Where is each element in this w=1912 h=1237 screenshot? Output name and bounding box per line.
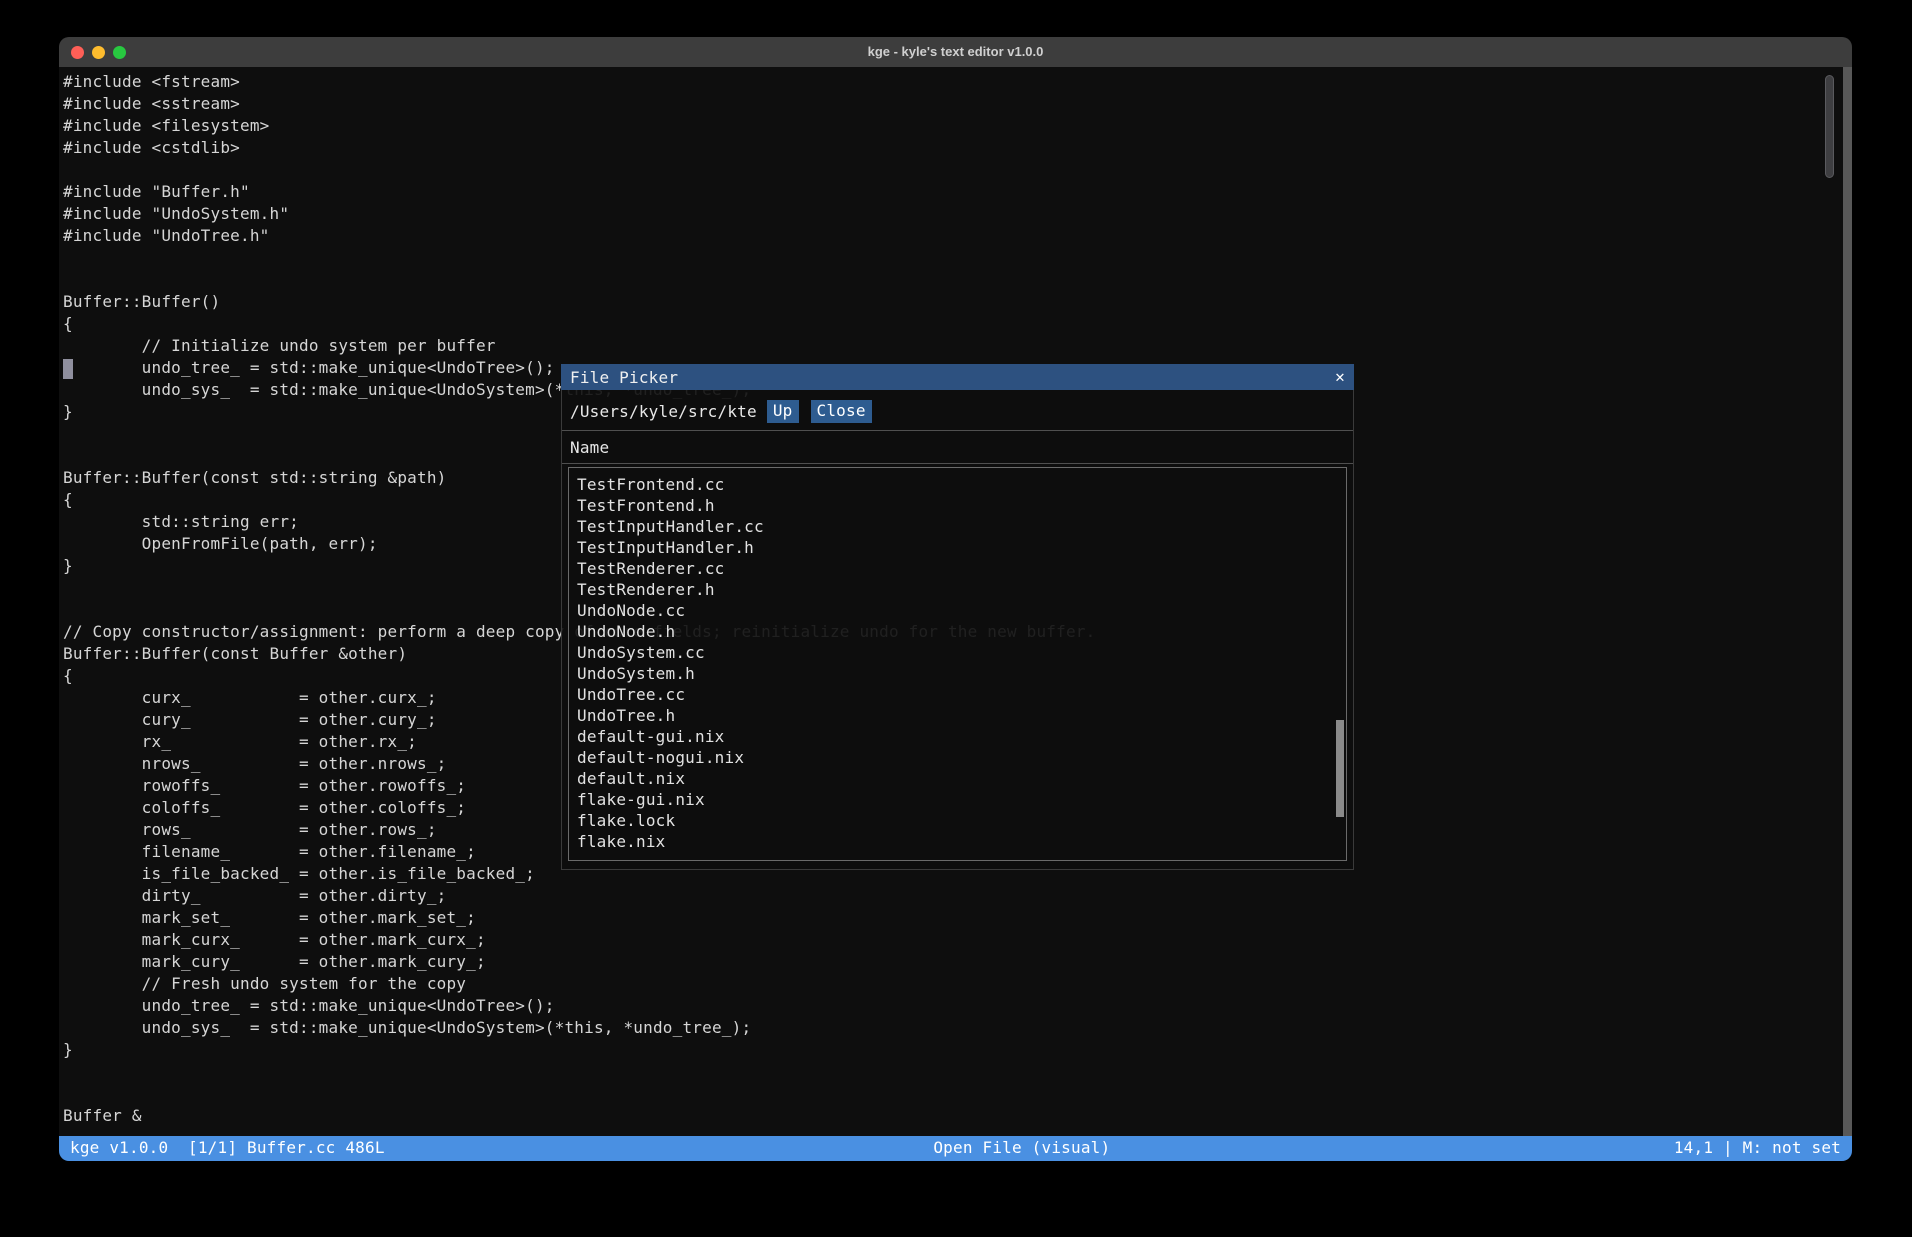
file-list-item[interactable]: TestInputHandler.cc <box>577 517 1346 538</box>
status-bar: kge v1.0.0 [1/1] Buffer.cc 486L Open Fil… <box>59 1136 1852 1161</box>
file-list-item[interactable]: default-gui.nix <box>577 727 1346 748</box>
code-line[interactable]: undo_tree_ = std::make_unique<UndoTree>(… <box>63 996 1852 1018</box>
close-icon[interactable]: ✕ <box>1335 369 1345 385</box>
close-window-button[interactable] <box>71 46 84 59</box>
file-list[interactable]: TestFrontend.ccTestFrontend.hTestInputHa… <box>568 467 1347 861</box>
path-row: /Users/kyle/src/kte Up Close <box>570 400 1345 423</box>
editor-scrollbar-thumb[interactable] <box>1825 75 1834 178</box>
code-line[interactable]: #include "UndoTree.h" <box>63 226 1852 248</box>
code-line[interactable]: mark_set_ = other.mark_set_; <box>63 908 1852 930</box>
text-cursor <box>63 359 73 379</box>
file-picker-title: File Picker <box>570 368 678 387</box>
file-list-item[interactable]: flake-gui.nix <box>577 790 1346 811</box>
file-list-item[interactable]: UndoNode.cc <box>577 601 1346 622</box>
code-line[interactable]: mark_cury_ = other.mark_cury_; <box>63 952 1852 974</box>
code-line[interactable] <box>63 160 1852 182</box>
separator <box>562 463 1353 464</box>
zoom-window-button[interactable] <box>113 46 126 59</box>
code-line[interactable]: dirty_ = other.dirty_; <box>63 886 1852 908</box>
file-list-item[interactable]: flake.nix <box>577 832 1346 853</box>
file-picker-body: /Users/kyle/src/kte Up Close Name TestFr… <box>561 390 1354 870</box>
status-mode: Open File (visual) <box>933 1138 1110 1157</box>
up-button[interactable]: Up <box>767 400 799 423</box>
window-titlebar: kge - kyle's text editor v1.0.0 <box>59 37 1852 67</box>
status-cursor-position: 14,1 | M: not set <box>1674 1138 1841 1157</box>
code-line[interactable] <box>63 1084 1852 1106</box>
code-line[interactable]: #include <sstream> <box>63 94 1852 116</box>
code-line[interactable]: #include <filesystem> <box>63 116 1852 138</box>
code-line[interactable]: #include "Buffer.h" <box>63 182 1852 204</box>
file-picker-titlebar[interactable]: File Picker ✕ <box>561 364 1354 390</box>
code-line[interactable]: } <box>63 1040 1852 1062</box>
file-list-item[interactable]: TestRenderer.h <box>577 580 1346 601</box>
window-scrollbar-track[interactable] <box>1843 67 1852 1136</box>
file-list-item[interactable]: UndoTree.cc <box>577 685 1346 706</box>
file-list-item[interactable]: UndoNode.h <box>577 622 1346 643</box>
file-list-item[interactable]: flake.lock <box>577 811 1346 832</box>
traffic-lights <box>71 46 126 59</box>
status-file-info: kge v1.0.0 [1/1] Buffer.cc 486L <box>70 1138 385 1157</box>
separator <box>562 430 1353 431</box>
close-button[interactable]: Close <box>811 400 872 423</box>
code-line[interactable]: #include <fstream> <box>63 72 1852 94</box>
code-line[interactable]: #include <cstdlib> <box>63 138 1852 160</box>
file-list-item[interactable]: TestFrontend.cc <box>577 475 1346 496</box>
code-line[interactable]: Buffer::Buffer() <box>63 292 1852 314</box>
code-line[interactable] <box>63 1062 1852 1084</box>
file-list-item[interactable]: UndoTree.h <box>577 706 1346 727</box>
code-line[interactable]: #include "UndoSystem.h" <box>63 204 1852 226</box>
editor-window: kge - kyle's text editor v1.0.0 #include… <box>59 37 1852 1161</box>
current-path: /Users/kyle/src/kte <box>570 402 757 421</box>
code-line[interactable] <box>63 248 1852 270</box>
code-line[interactable]: { <box>63 314 1852 336</box>
file-list-item[interactable]: default.nix <box>577 769 1346 790</box>
file-list-item[interactable]: TestFrontend.h <box>577 496 1346 517</box>
file-list-item[interactable]: UndoSystem.cc <box>577 643 1346 664</box>
file-list-item[interactable]: TestRenderer.cc <box>577 559 1346 580</box>
code-line[interactable]: Buffer & <box>63 1106 1852 1128</box>
code-line[interactable]: // Fresh undo system for the copy <box>63 974 1852 996</box>
minimize-window-button[interactable] <box>92 46 105 59</box>
file-picker-dialog: File Picker ✕ /Users/kyle/src/kte Up Clo… <box>561 364 1354 870</box>
code-line[interactable]: // Initialize undo system per buffer <box>63 336 1852 358</box>
code-line[interactable]: undo_sys_ = std::make_unique<UndoSystem>… <box>63 1018 1852 1040</box>
name-column-header: Name <box>570 438 1345 457</box>
file-list-scrollbar-thumb[interactable] <box>1336 720 1344 817</box>
code-line[interactable]: mark_curx_ = other.mark_curx_; <box>63 930 1852 952</box>
code-line[interactable] <box>63 270 1852 292</box>
file-list-item[interactable]: TestInputHandler.h <box>577 538 1346 559</box>
window-title: kge - kyle's text editor v1.0.0 <box>59 37 1852 67</box>
file-list-item[interactable]: UndoSystem.h <box>577 664 1346 685</box>
file-list-item[interactable]: default-nogui.nix <box>577 748 1346 769</box>
